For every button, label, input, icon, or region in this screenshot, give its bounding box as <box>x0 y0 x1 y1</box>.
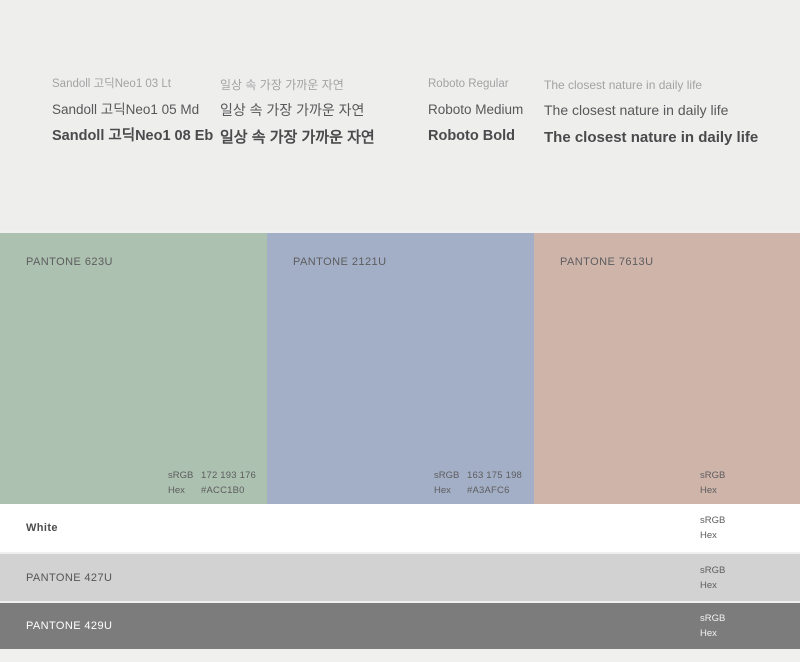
typeface-sample-korean-medium: 일상 속 가장 가까운 자연 <box>220 102 365 118</box>
typeface-name-roboto-medium: Roboto Medium <box>428 101 524 117</box>
srgb-label: sRGB <box>700 613 726 624</box>
typography-section: Sandoll 고딕Neo1 03 Lt Sandoll 고딕Neo1 05 M… <box>0 0 800 231</box>
typeface-name-roboto-bold: Roboto Bold <box>428 127 515 144</box>
color-swatch-pantone-2121u: PANTONE 2121U sRGB 163 175 198 Hex #A3AF… <box>267 233 534 504</box>
page-bottom-strip <box>0 649 800 662</box>
row-name-pantone-429u: PANTONE 429U <box>26 620 113 632</box>
color-row-pantone-429u: PANTONE 429U sRGB Hex <box>0 603 800 649</box>
typeface-name-column-roboto: Roboto Regular Roboto Medium Roboto Bold <box>428 78 544 144</box>
typeface-sample-column-korean: 일상 속 가장 가까운 자연 일상 속 가장 가까운 자연 일상 속 가장 가까… <box>220 79 428 145</box>
hex-label: Hex <box>700 579 717 591</box>
typeface-name-sandoll-light: Sandoll 고딕Neo1 03 Lt <box>52 78 171 90</box>
swatch-name-pantone-2121u: PANTONE 2121U <box>293 256 387 268</box>
srgb-label: sRGB <box>434 470 460 481</box>
hex-label: Hex <box>700 530 717 541</box>
swatch-name-pantone-7613u: PANTONE 7613U <box>560 256 654 268</box>
brand-style-guide-page: Sandoll 고딕Neo1 03 Lt Sandoll 고딕Neo1 05 M… <box>0 0 800 662</box>
hex-value-pantone-2121u: #A3AFC6 <box>467 485 510 496</box>
typeface-name-roboto-regular: Roboto Regular <box>428 78 509 90</box>
srgb-label: sRGB <box>700 515 726 526</box>
hex-label: Hex <box>168 485 185 496</box>
srgb-value-pantone-623u: 172 193 176 <box>201 470 257 481</box>
srgb-label: sRGB <box>700 564 726 576</box>
typeface-sample-english-regular: The closest nature in daily life <box>544 78 703 92</box>
hex-label: Hex <box>700 628 717 639</box>
srgb-label: sRGB <box>700 470 726 481</box>
swatch-values-pantone-7613u: sRGB Hex <box>700 468 800 498</box>
color-row-pantone-427u: PANTONE 427U sRGB Hex <box>0 554 800 601</box>
typeface-sample-english-bold: The closest nature in daily life <box>544 128 759 146</box>
row-name-pantone-427u: PANTONE 427U <box>26 571 113 584</box>
hex-value-pantone-623u: #ACC1B0 <box>201 485 245 496</box>
hex-label: Hex <box>700 485 717 496</box>
swatch-name-pantone-623u: PANTONE 623U <box>26 256 113 268</box>
row-values-pantone-429u: sRGB Hex <box>700 611 733 641</box>
color-row-white: White sRGB Hex <box>0 504 800 552</box>
row-name-white: White <box>26 522 58 534</box>
typeface-name-sandoll-medium: Sandoll 고딕Neo1 05 Md <box>52 101 200 117</box>
typeface-name-column-sandoll: Sandoll 고딕Neo1 03 Lt Sandoll 고딕Neo1 05 M… <box>52 78 220 144</box>
primary-color-swatch-row: PANTONE 623U sRGB 172 193 176 Hex #ACC1B… <box>0 233 800 504</box>
srgb-value-pantone-2121u: 163 175 198 <box>467 470 523 481</box>
typeface-name-sandoll-bold: Sandoll 고딕Neo1 08 Eb <box>52 127 214 144</box>
color-swatch-pantone-7613u: PANTONE 7613U sRGB Hex <box>534 233 800 504</box>
typography-grid: Sandoll 고딕Neo1 03 Lt Sandoll 고딕Neo1 05 M… <box>52 78 794 145</box>
color-swatch-pantone-623u: PANTONE 623U sRGB 172 193 176 Hex #ACC1B… <box>0 233 267 504</box>
row-values-pantone-427u: sRGB Hex <box>700 563 733 593</box>
typeface-sample-english-medium: The closest nature in daily life <box>544 102 729 118</box>
hex-label: Hex <box>434 485 451 496</box>
srgb-label: sRGB <box>168 470 194 481</box>
typeface-sample-column-english: The closest nature in daily life The clo… <box>544 79 794 145</box>
typeface-sample-korean-light: 일상 속 가장 가까운 자연 <box>220 78 344 92</box>
row-values-white: sRGB Hex <box>700 513 733 543</box>
typeface-sample-korean-bold: 일상 속 가장 가까운 자연 <box>220 128 375 146</box>
